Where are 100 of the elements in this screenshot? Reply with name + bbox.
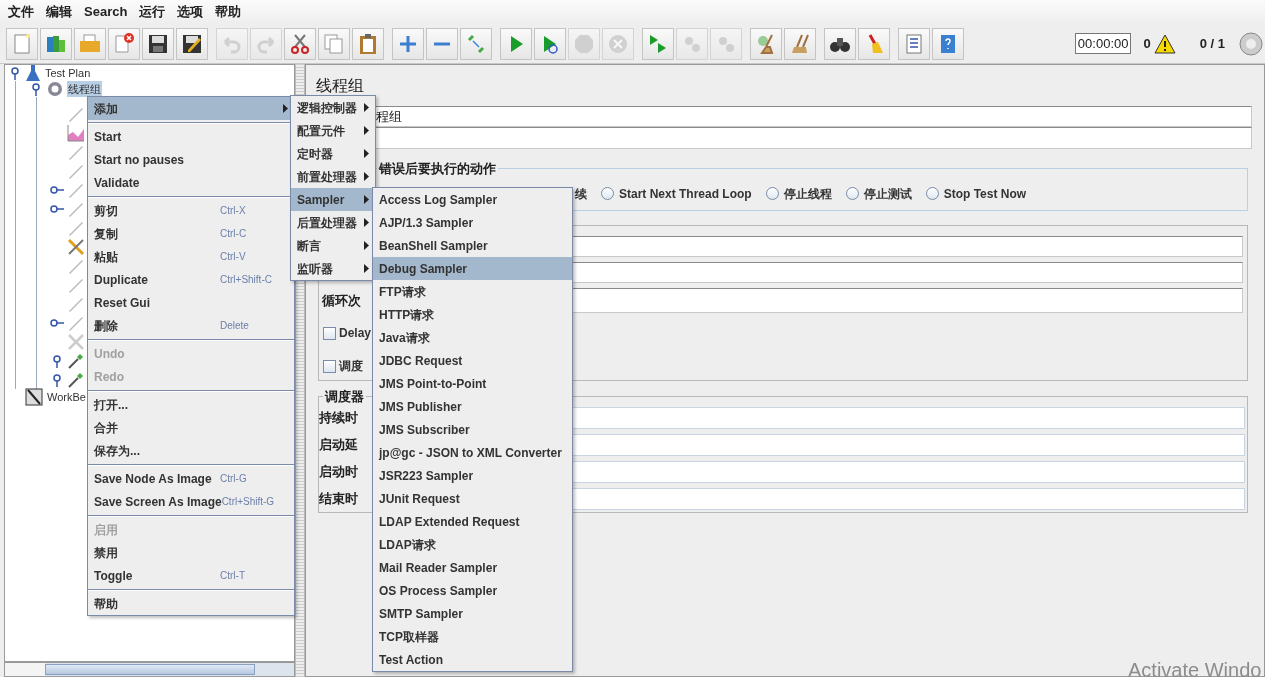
submenu-arrow-icon bbox=[364, 126, 369, 135]
flask-icon bbox=[25, 64, 41, 82]
chart-icon bbox=[67, 123, 85, 142]
menu-bar-item[interactable]: 选项 bbox=[171, 2, 210, 22]
menu-item[interactable]: Sampler bbox=[291, 188, 375, 211]
menu-item[interactable]: Start bbox=[88, 125, 294, 148]
menu-item[interactable]: Mail Reader Sampler bbox=[373, 556, 572, 579]
radio-option[interactable]: 停止线程 bbox=[765, 184, 832, 203]
toolbar-button[interactable] bbox=[176, 27, 208, 60]
menu-item[interactable]: 打开... bbox=[88, 393, 294, 416]
group-legend: 调度器 bbox=[323, 387, 366, 407]
submenu-arrow-icon bbox=[364, 218, 369, 227]
tree-node-label[interactable]: Test Plan bbox=[44, 64, 92, 82]
option-label: 续 bbox=[575, 185, 587, 203]
workbench-icon bbox=[25, 388, 43, 406]
tree-node-label[interactable]: 线程组 bbox=[67, 80, 102, 98]
menu-item[interactable]: JDBC Request bbox=[373, 349, 572, 372]
toolbar-button[interactable] bbox=[142, 27, 174, 60]
menu-item[interactable]: 合并 bbox=[88, 416, 294, 439]
menu-item[interactable]: 断言 bbox=[291, 234, 375, 257]
menu-item[interactable]: LDAP请求 bbox=[373, 533, 572, 556]
page-close-icon bbox=[112, 31, 136, 56]
radio-option[interactable]: 停止测试 bbox=[845, 184, 912, 203]
toolbar-button[interactable] bbox=[824, 27, 856, 60]
gear-icon bbox=[46, 80, 64, 98]
toolbar-button[interactable] bbox=[352, 27, 384, 60]
menu-bar-item[interactable]: 运行 bbox=[133, 2, 172, 22]
copy-pages-icon bbox=[322, 31, 346, 56]
menu-item[interactable]: 粘贴 Ctrl-V bbox=[88, 245, 294, 268]
radio-option[interactable]: Stop Test Now bbox=[925, 184, 1027, 203]
menu-item[interactable]: Java请求 bbox=[373, 326, 572, 349]
menu-item[interactable]: 复制 Ctrl-C bbox=[88, 222, 294, 245]
menu-item[interactable]: Debug Sampler bbox=[373, 257, 572, 280]
menu-item[interactable]: 前置处理器 bbox=[291, 165, 375, 188]
menu-item[interactable]: Save Screen As ImageCtrl+Shift-G bbox=[88, 490, 294, 513]
submenu-arrow-icon bbox=[364, 149, 369, 158]
field-label: 结束时 bbox=[319, 489, 359, 508]
tree-node-label[interactable]: WorkBe bbox=[46, 388, 87, 406]
thread-count: 0 / 1 bbox=[1199, 34, 1225, 53]
menu-bar-item[interactable]: 帮助 bbox=[209, 2, 248, 22]
menu-item[interactable]: OS Process Sampler bbox=[373, 579, 572, 602]
menu-item[interactable]: Start no pauses bbox=[88, 148, 294, 171]
activation-notice: Activate Windo bbox=[1128, 658, 1262, 677]
menu-item[interactable]: BeanShell Sampler bbox=[373, 234, 572, 257]
submenu-arrow-icon bbox=[364, 103, 369, 112]
menu-item[interactable]: JMS Subscriber bbox=[373, 418, 572, 441]
menu-item[interactable]: Access Log Sampler bbox=[373, 188, 572, 211]
menu-item[interactable]: 后置处理器 bbox=[291, 211, 375, 234]
submenu-arrow-icon bbox=[364, 241, 369, 250]
menu-item[interactable]: Duplicate Ctrl+Shift-C bbox=[88, 268, 294, 291]
menu-bar-item[interactable]: Search bbox=[78, 2, 134, 22]
menu-item[interactable]: 禁用 bbox=[88, 541, 294, 564]
field-label: 持续时 bbox=[319, 408, 359, 427]
expanded-handle-icon[interactable] bbox=[8, 66, 22, 80]
menu-item[interactable]: 剪切 Ctrl-X bbox=[88, 199, 294, 222]
menu-item[interactable]: TCP取样器 bbox=[373, 625, 572, 648]
menu-item[interactable]: LDAP Extended Request bbox=[373, 510, 572, 533]
menu-item[interactable]: 保存为... bbox=[88, 439, 294, 462]
field-label: 循环次 bbox=[321, 291, 362, 310]
submenu-arrow-icon bbox=[364, 264, 369, 273]
menu-item[interactable]: FTP请求 bbox=[373, 280, 572, 303]
group-legend: 错误后要执行的动作 bbox=[377, 159, 498, 179]
minus-icon bbox=[433, 41, 451, 46]
menu-item[interactable]: 删除 Delete bbox=[88, 314, 294, 337]
warning-count: 0 bbox=[1143, 34, 1151, 53]
menu-item[interactable]: jp@gc - JSON to XML Converter bbox=[373, 441, 572, 464]
menu-item[interactable]: JMS Point-to-Point bbox=[373, 372, 572, 395]
menu-item[interactable]: 帮助 bbox=[88, 592, 294, 615]
menu-item[interactable]: JMS Publisher bbox=[373, 395, 572, 418]
tools-icon bbox=[67, 332, 85, 351]
horizontal-scrollbar[interactable] bbox=[4, 662, 295, 677]
menu-item[interactable]: JSR223 Sampler bbox=[373, 464, 572, 487]
submenu-arrow-icon bbox=[364, 172, 369, 181]
menu-item[interactable]: SMTP Sampler bbox=[373, 602, 572, 625]
submenu-arrow-icon bbox=[364, 195, 369, 204]
submenu-arrow-icon bbox=[283, 104, 288, 113]
menu-bar-item[interactable]: 文件 bbox=[2, 2, 40, 22]
menu-item[interactable]: JUnit Request bbox=[373, 487, 572, 510]
field-label: 启动延 bbox=[319, 435, 359, 454]
menu-item[interactable]: Toggle Ctrl-T bbox=[88, 564, 294, 587]
menu-item[interactable]: 定时器 bbox=[291, 142, 375, 165]
toolbar-button[interactable] bbox=[284, 27, 316, 60]
checkbox-option[interactable]: 调度 bbox=[323, 353, 363, 379]
checkbox-option[interactable]: Delay bbox=[323, 320, 372, 346]
menu-item[interactable]: Save Node As Image Ctrl-G bbox=[88, 467, 294, 490]
elapsed-time: 00:00:00 bbox=[1074, 32, 1132, 55]
menu-bar-item[interactable]: 编辑 bbox=[40, 2, 78, 22]
menu-item[interactable]: 监听器 bbox=[291, 257, 375, 280]
menu-item[interactable]: Validate bbox=[88, 171, 294, 194]
field-label: 启动时 bbox=[319, 462, 359, 481]
menu-item[interactable]: Reset Gui bbox=[88, 291, 294, 314]
menu-item[interactable]: Test Action bbox=[373, 648, 572, 671]
radio-option[interactable]: Start Next Thread Loop bbox=[601, 184, 752, 203]
expanded-handle-icon[interactable] bbox=[50, 353, 64, 368]
menu-item[interactable]: AJP/1.3 Sampler bbox=[373, 211, 572, 234]
expanded-handle-icon[interactable] bbox=[29, 82, 43, 96]
expanded-handle-icon[interactable] bbox=[50, 372, 64, 387]
panel-title: 线程组 bbox=[316, 76, 365, 96]
menu-item[interactable]: HTTP请求 bbox=[373, 303, 572, 326]
warning-icon bbox=[1153, 33, 1176, 54]
